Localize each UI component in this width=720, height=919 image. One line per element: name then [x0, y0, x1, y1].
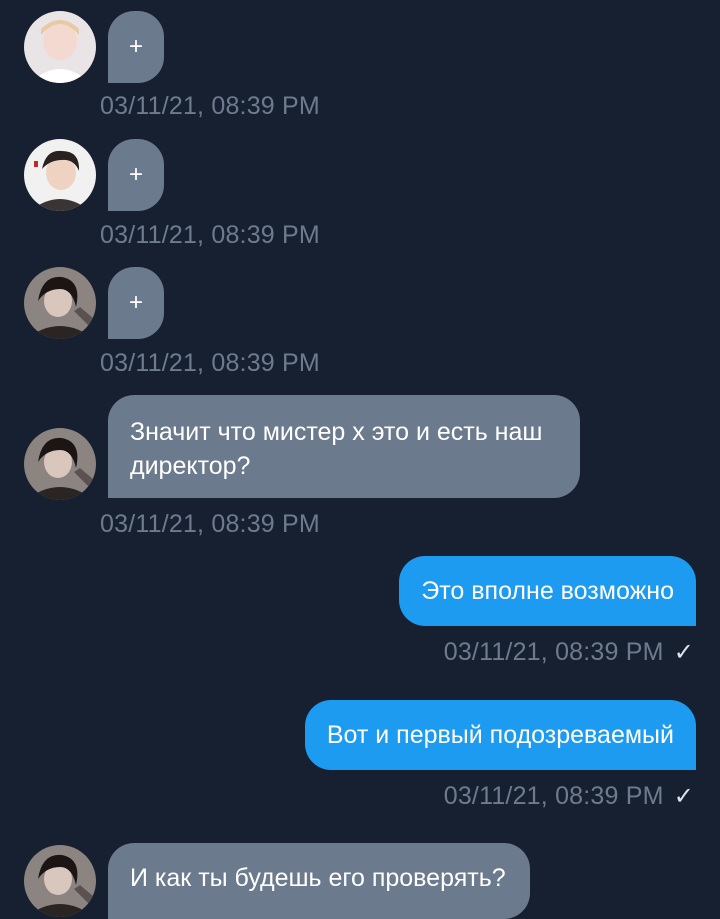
avatar-photo-icon [24, 267, 96, 339]
message-bubble[interactable]: Значит что мистер х это и есть наш дирек… [108, 395, 580, 498]
timestamp-text: 03/11/21, 08:39 PM [443, 638, 664, 666]
message-bubble[interactable]: И как ты будешь его проверять? [108, 843, 530, 919]
message-timestamp: 03/11/21, 08:39 PM ✓ [444, 638, 694, 667]
avatar-photo-icon [24, 11, 96, 83]
message-bubble[interactable]: Это вполне возможно [399, 556, 696, 626]
message-bubble[interactable]: + [108, 267, 164, 339]
sender-avatar[interactable] [24, 267, 96, 339]
check-icon: ✓ [673, 639, 694, 666]
check-icon: ✓ [673, 783, 694, 810]
timestamp-text: 03/11/21, 08:39 PM [443, 782, 664, 810]
sender-avatar[interactable] [24, 428, 96, 500]
chat-thread: + 03/11/21, 08:39 PM + 03/11/21, 08:39 P… [0, 0, 720, 919]
message-bubble[interactable]: + [108, 11, 164, 83]
avatar-photo-icon [24, 428, 96, 500]
message-timestamp: 03/11/21, 08:39 PM [100, 349, 320, 377]
avatar-photo-icon [24, 139, 96, 211]
avatar-photo-icon [24, 845, 96, 917]
message-bubble[interactable]: Вот и первый подозреваемый [304, 700, 696, 770]
sender-avatar[interactable] [24, 845, 96, 917]
message-timestamp: 03/11/21, 08:39 PM [100, 510, 320, 538]
message-bubble[interactable]: + [108, 139, 164, 211]
message-timestamp: 03/11/21, 08:39 PM [100, 221, 320, 249]
sender-avatar[interactable] [24, 139, 96, 211]
sender-avatar[interactable] [24, 11, 96, 83]
message-timestamp: 03/11/21, 08:39 PM ✓ [444, 782, 694, 811]
message-timestamp: 03/11/21, 08:39 PM [100, 92, 320, 120]
